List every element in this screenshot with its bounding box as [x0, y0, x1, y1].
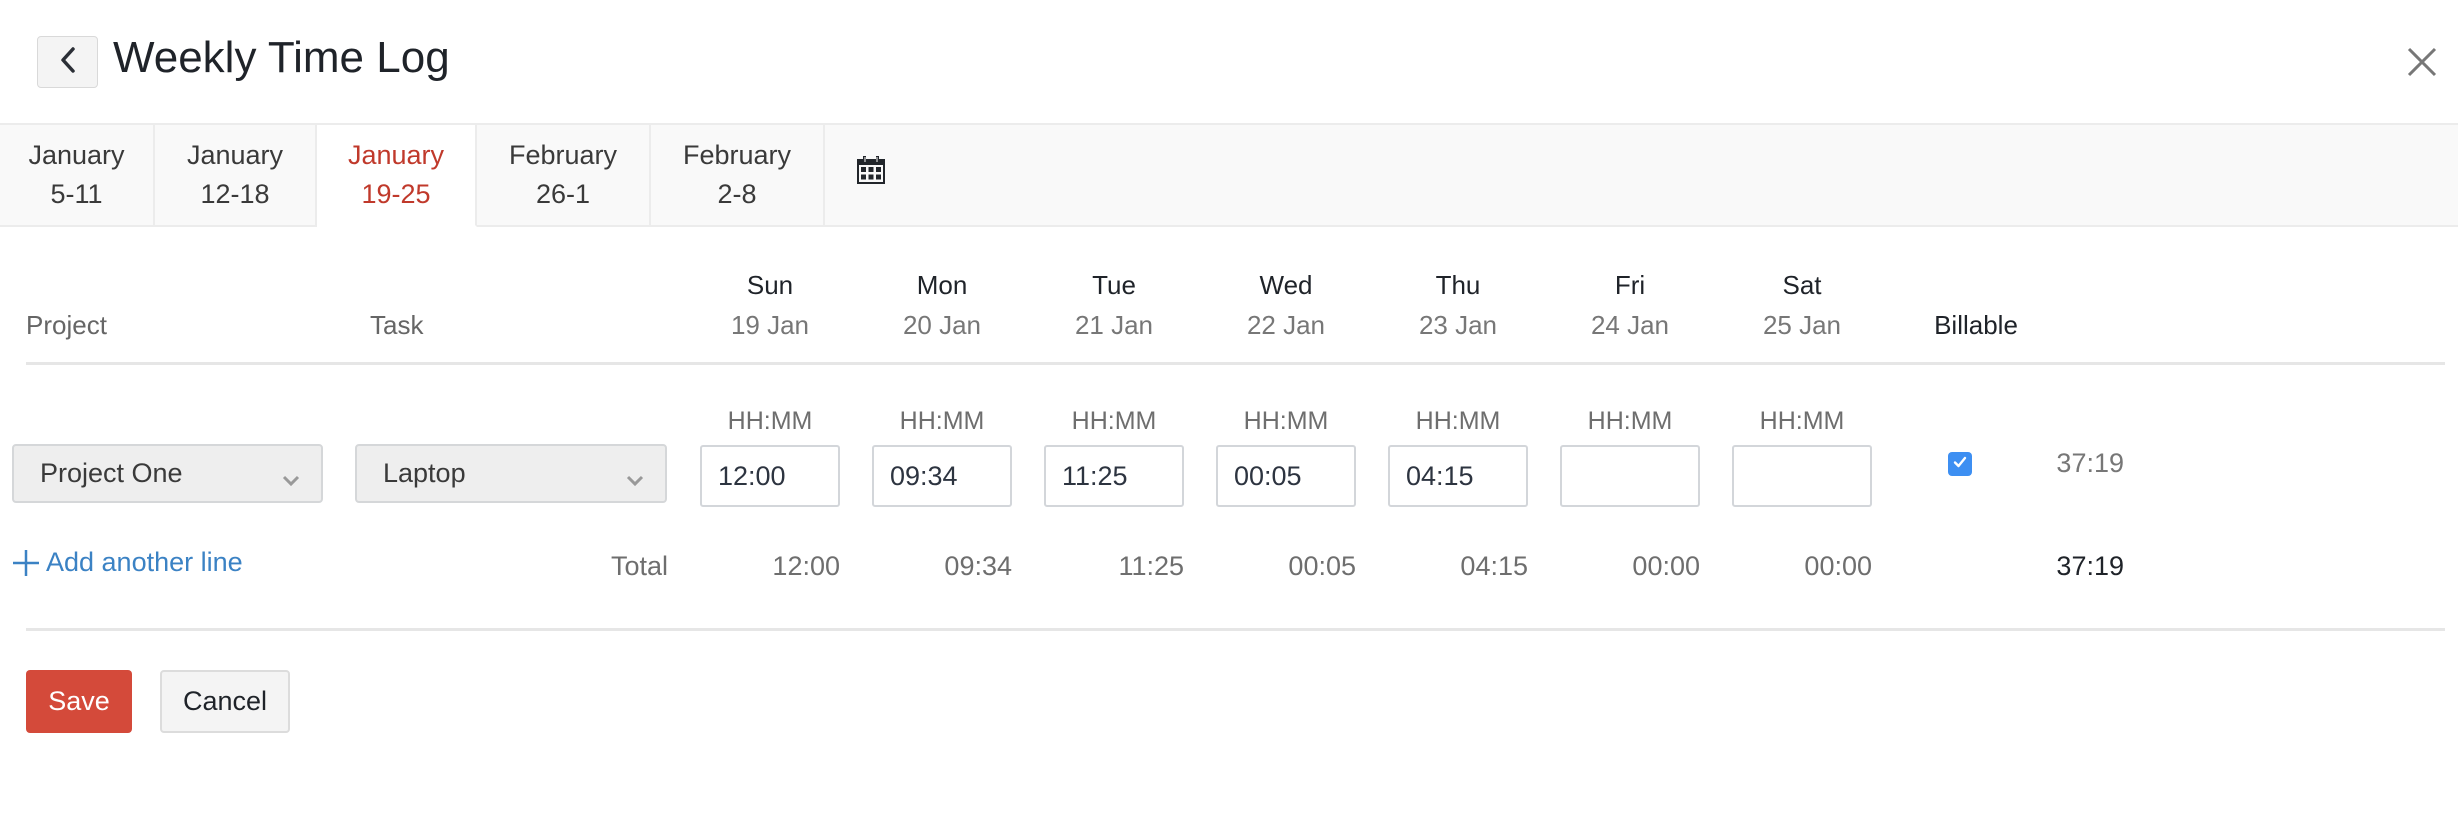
day-total-tue: 11:25: [1118, 551, 1184, 581]
tab-range: 26-1: [535, 179, 591, 209]
day-name-sat: Sat: [1782, 270, 1822, 300]
add-another-line-link[interactable]: Add another line: [12, 547, 243, 578]
day-total-wed: 00:05: [1288, 551, 1356, 581]
day-name-thu: Thu: [1435, 270, 1481, 300]
tab-week-feb-26-1[interactable]: February 26-1: [477, 123, 651, 227]
tab-month: January: [28, 140, 125, 170]
chevron-down-icon: [625, 464, 645, 495]
day-date-mon: 20 Jan: [902, 310, 982, 340]
row-total: 37:19: [2056, 448, 2124, 478]
time-format-hint: HH:MM: [1415, 407, 1501, 435]
tab-month: February: [508, 140, 618, 170]
add-another-line-label: Add another line: [46, 547, 243, 577]
footer-divider: [26, 628, 2445, 631]
time-format-hint: HH:MM: [1071, 407, 1157, 435]
plus-icon: [12, 549, 40, 577]
day-total-fri: 00:00: [1632, 551, 1700, 581]
tab-month: January: [186, 140, 284, 170]
time-format-hint: HH:MM: [1243, 407, 1329, 435]
save-button[interactable]: Save: [26, 670, 132, 733]
tab-range: 2-8: [717, 179, 757, 209]
tab-month: February: [682, 140, 792, 170]
day-date-wed: 22 Jan: [1246, 310, 1326, 340]
hours-input-tue[interactable]: [1044, 445, 1184, 507]
calendar-picker-button[interactable]: [825, 123, 917, 227]
day-date-thu: 23 Jan: [1418, 310, 1498, 340]
day-name-tue: Tue: [1092, 270, 1136, 300]
cancel-button[interactable]: Cancel: [160, 670, 290, 733]
time-format-hint: HH:MM: [1759, 407, 1845, 435]
page-title: Weekly Time Log: [113, 33, 450, 82]
day-date-sat: 25 Jan: [1762, 310, 1842, 340]
chevron-down-icon: [281, 464, 301, 495]
week-tab-bar: January 5-11 January 12-18 January 19-25…: [0, 123, 2458, 227]
hours-input-sun[interactable]: [700, 445, 840, 507]
tab-range: 19-25: [361, 179, 431, 209]
tab-week-jan-19-25[interactable]: January 19-25: [317, 123, 477, 227]
close-button[interactable]: [2402, 44, 2442, 84]
column-header-task: Task: [370, 310, 424, 340]
close-icon: [2407, 47, 2437, 82]
checkmark-icon: [1952, 454, 1968, 475]
total-label: Total: [610, 551, 668, 581]
day-total-sun: 12:00: [772, 551, 840, 581]
task-select[interactable]: Laptop: [355, 444, 667, 503]
back-button[interactable]: [37, 36, 98, 88]
calendar-icon: [856, 155, 886, 196]
day-date-fri: 24 Jan: [1590, 310, 1670, 340]
header-divider: [26, 362, 2445, 365]
day-date-tue: 21 Jan: [1074, 310, 1154, 340]
day-total-sat: 00:00: [1804, 551, 1872, 581]
tab-week-jan-12-18[interactable]: January 12-18: [155, 123, 317, 227]
tab-week-feb-2-8[interactable]: February 2-8: [651, 123, 825, 227]
tab-month: January: [347, 140, 445, 170]
task-select-value: Laptop: [383, 458, 466, 488]
hours-input-mon[interactable]: [872, 445, 1012, 507]
day-name-fri: Fri: [1614, 270, 1646, 300]
day-name-wed: Wed: [1259, 270, 1313, 300]
time-format-hint: HH:MM: [727, 407, 813, 435]
tab-week-jan-5-11[interactable]: January 5-11: [0, 123, 155, 227]
tab-range: 12-18: [200, 179, 270, 209]
hours-input-sat[interactable]: [1732, 445, 1872, 507]
day-total-mon: 09:34: [944, 551, 1012, 581]
project-select[interactable]: Project One: [12, 444, 323, 503]
billable-checkbox[interactable]: [1948, 452, 1972, 476]
day-name-sun: Sun: [746, 270, 794, 300]
hours-input-fri[interactable]: [1560, 445, 1700, 507]
day-total-thu: 04:15: [1460, 551, 1528, 581]
day-date-sun: 19 Jan: [730, 310, 810, 340]
time-format-hint: HH:MM: [899, 407, 985, 435]
hours-input-wed[interactable]: [1216, 445, 1356, 507]
column-header-project: Project: [26, 310, 107, 340]
tab-range: 5-11: [50, 179, 103, 209]
chevron-left-icon: [58, 46, 78, 79]
grand-total: 37:19: [2056, 551, 2124, 581]
hours-input-thu[interactable]: [1388, 445, 1528, 507]
column-header-billable: Billable: [1934, 310, 2018, 340]
time-format-hint: HH:MM: [1587, 407, 1673, 435]
project-select-value: Project One: [40, 458, 183, 488]
day-name-mon: Mon: [916, 270, 968, 300]
